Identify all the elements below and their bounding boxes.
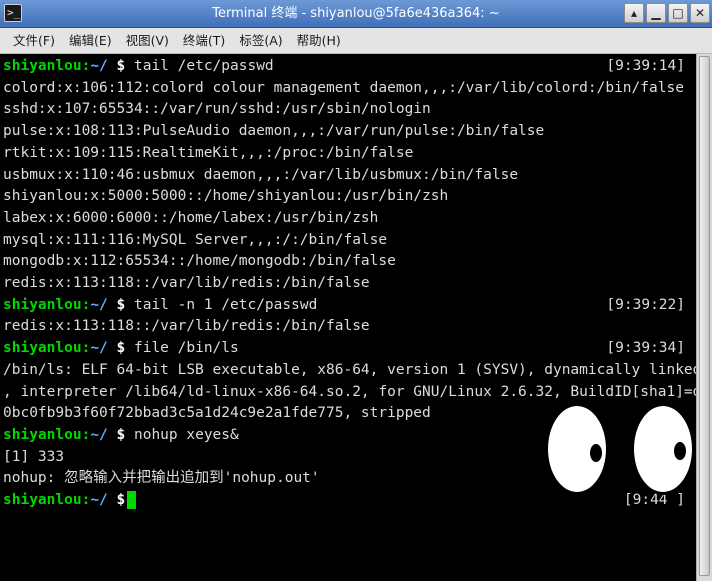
close-button[interactable]: ✕ xyxy=(690,3,710,23)
prompt-path: ~/ xyxy=(90,426,108,443)
timestamp: [9 xyxy=(667,426,685,443)
output-line: labex:x:6000:6000::/home/labex:/usr/bin/… xyxy=(3,209,379,226)
output-line: , interpreter /lib64/ld-linux-x86-64.so.… xyxy=(3,383,696,400)
command-text: tail /etc/passwd xyxy=(125,58,274,74)
prompt-user: shiyanlou: xyxy=(3,58,91,74)
output-line: colord:x:106:112:colord colour managemen… xyxy=(3,79,684,96)
menu-tabs[interactable]: 标签(A) xyxy=(232,28,289,53)
timestamp: [9:44 ] xyxy=(623,492,685,508)
title-bar[interactable]: >_ Terminal 终端 - shiyanlou@5fa6e436a364:… xyxy=(0,0,712,28)
maximize-button[interactable]: □ xyxy=(668,3,688,23)
output-line: redis:x:113:118::/var/lib/redis:/bin/fal… xyxy=(3,318,370,335)
timestamp: [9:39:14] xyxy=(606,58,685,74)
output-line: [1] 333 xyxy=(3,448,65,465)
prompt-path: ~/ xyxy=(90,58,108,74)
output-line: nohup: 忽略输入并把输出追加到'nohup.out' xyxy=(3,470,320,487)
menu-file[interactable]: 文件(F) xyxy=(6,28,62,53)
prompt-path: ~/ xyxy=(90,492,108,508)
prompt-line: shiyanlou:~/ $ nohup xeyes& [9 xyxy=(3,425,693,447)
prompt-user: shiyanlou: xyxy=(3,426,91,443)
prompt-path: ~/ xyxy=(90,296,108,313)
prompt-line-current: shiyanlou:~/ $ [9:44 ] xyxy=(3,490,693,512)
output-line: redis:x:113:118::/var/lib/redis:/bin/fal… xyxy=(3,275,370,291)
terminal-window: >_ Terminal 终端 - shiyanlou@5fa6e436a364:… xyxy=(0,0,712,581)
prompt-user: shiyanlou: xyxy=(3,492,91,508)
prompt-line: shiyanlou:~/ $ tail -n 1 /etc/passwd [9:3… xyxy=(3,295,693,317)
shade-button[interactable]: ▴ xyxy=(624,3,644,23)
scrollbar-thumb[interactable] xyxy=(699,56,710,576)
menu-help[interactable]: 帮助(H) xyxy=(290,28,348,53)
output-line: mongodb:x:112:65534::/home/mongodb:/bin/… xyxy=(3,253,396,270)
window-controls: ▴ ▁ □ ✕ xyxy=(624,3,710,24)
minimize-button[interactable]: ▁ xyxy=(646,3,666,23)
output-line: mysql:x:111:116:MySQL Server,,,:/:/bin/f… xyxy=(3,231,388,248)
vertical-scrollbar[interactable] xyxy=(696,54,712,581)
prompt-symbol: $ xyxy=(116,340,126,357)
prompt-symbol: $ xyxy=(116,58,126,74)
text-cursor xyxy=(127,491,137,509)
output-line: pulse:x:108:113:PulseAudio daemon,,,:/va… xyxy=(3,123,545,140)
output-line: shiyanlou:x:5000:5000::/home/shiyanlou:/… xyxy=(3,188,449,205)
menu-view[interactable]: 视图(V) xyxy=(119,28,176,53)
output-line: 0bc0fb9b3f60f72bbad3c5a1d24c9e2a1fde775,… xyxy=(3,405,431,422)
menu-bar: 文件(F) 编辑(E) 视图(V) 终端(T) 标签(A) 帮助(H) xyxy=(0,28,712,54)
timestamp: [9:39:34] xyxy=(606,340,685,357)
prompt-symbol: $ xyxy=(116,492,126,508)
prompt-user: shiyanlou: xyxy=(3,296,91,313)
menu-terminal[interactable]: 终端(T) xyxy=(176,28,232,53)
output-line: usbmux:x:110:46:usbmux daemon,,,:/var/li… xyxy=(3,166,519,183)
prompt-symbol: $ xyxy=(116,426,126,443)
output-line: rtkit:x:109:115:RealtimeKit,,,:/proc:/bi… xyxy=(3,144,414,161)
prompt-symbol: $ xyxy=(116,296,126,313)
prompt-path: ~/ xyxy=(90,340,108,357)
terminal-output[interactable]: shiyanlou:~/ $ tail /etc/passwd [9:39:14]… xyxy=(0,54,696,581)
command-text: file /bin/ls xyxy=(125,340,239,357)
command-text: tail -n 1 /etc/passwd xyxy=(125,296,318,313)
prompt-user: shiyanlou: xyxy=(3,340,91,357)
output-line: sshd:x:107:65534::/var/run/sshd:/usr/sbi… xyxy=(3,101,431,118)
window-title: Terminal 终端 - shiyanlou@5fa6e436a364: ~ xyxy=(212,6,500,21)
prompt-line: shiyanlou:~/ $ tail /etc/passwd [9:39:14] xyxy=(3,56,693,78)
timestamp: [9:39:22] xyxy=(606,296,685,313)
menu-edit[interactable]: 编辑(E) xyxy=(62,28,119,53)
output-line: /bin/ls: ELF 64-bit LSB executable, x86-… xyxy=(3,361,696,378)
prompt-line: shiyanlou:~/ $ file /bin/ls [9:39:34] xyxy=(3,338,693,360)
command-text: nohup xeyes& xyxy=(125,426,239,443)
